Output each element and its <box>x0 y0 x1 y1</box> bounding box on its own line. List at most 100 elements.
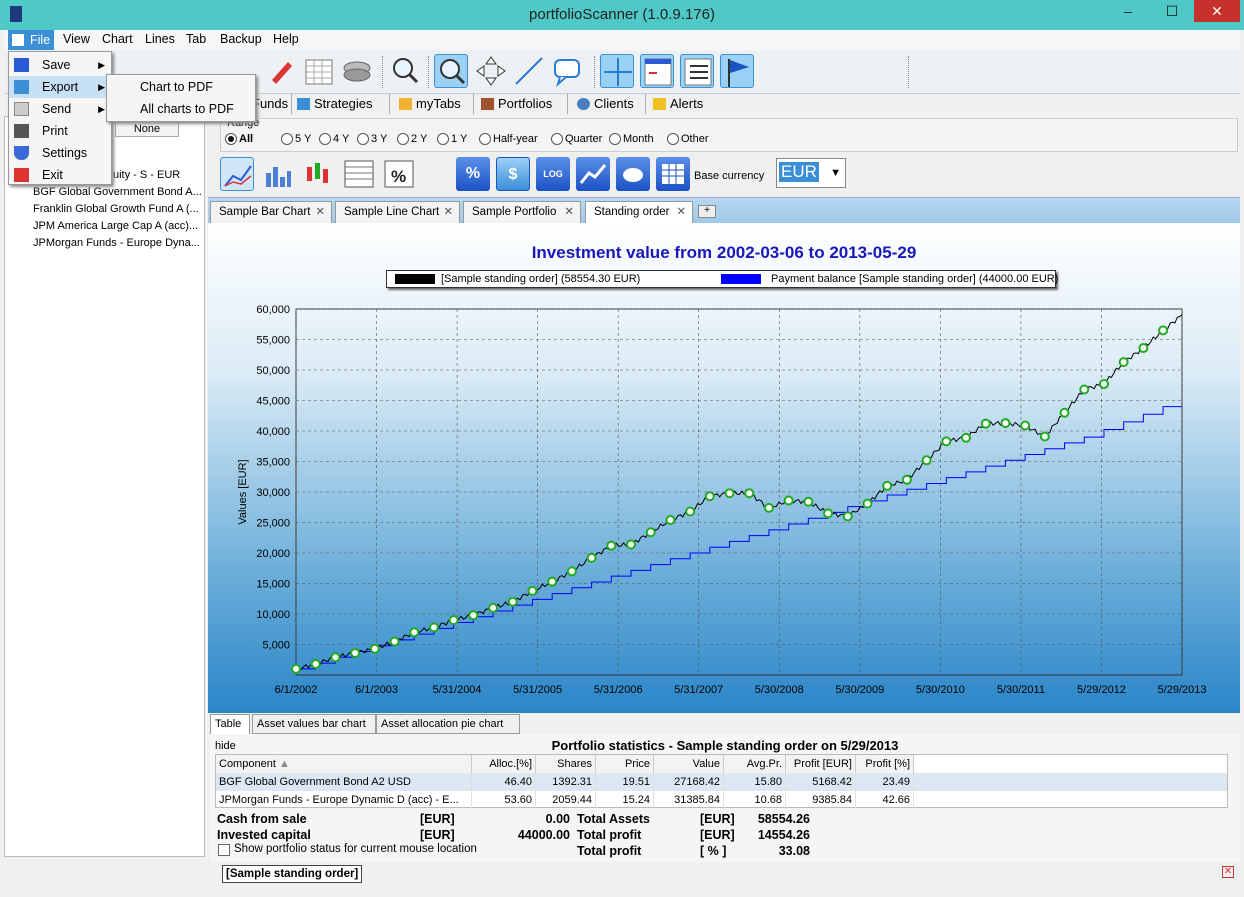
tab-sample-portfolio[interactable]: Sample Portfolio ✕ <box>463 201 581 223</box>
list-item[interactable]: JPMorgan Funds - Europe Dyna... <box>33 237 200 249</box>
percent-table-icon[interactable]: % <box>382 157 416 191</box>
trend-icon[interactable] <box>576 157 610 191</box>
menu-item-all-charts-to-pdf[interactable]: All charts to PDF <box>107 98 255 120</box>
none-button[interactable]: None <box>115 121 179 137</box>
data-point <box>901 474 912 485</box>
col-value[interactable]: Value <box>654 755 724 773</box>
close-tab-icon[interactable]: ✕ <box>676 202 686 222</box>
menu-item-exit[interactable]: Exit <box>9 164 111 186</box>
col-component[interactable]: Component ▲ <box>216 755 472 773</box>
col-profit-eur[interactable]: Profit [EUR] <box>786 755 856 773</box>
list-item[interactable]: uity - S - EUR <box>113 169 180 181</box>
tab-asset-allocation-pie-chart[interactable]: Asset allocation pie chart <box>376 714 520 734</box>
close-tab-icon[interactable]: ✕ <box>315 202 325 222</box>
dollar-icon[interactable]: $ <box>496 157 530 191</box>
menu-backup[interactable]: Backup <box>220 32 262 46</box>
menu-item-print[interactable]: Print <box>9 120 111 142</box>
currency-select[interactable]: EUR ▼ <box>776 158 846 188</box>
range-4y[interactable]: 4 Y <box>319 133 349 145</box>
close-tab-icon[interactable]: ✕ <box>564 202 574 222</box>
range-3y[interactable]: 3 Y <box>357 133 387 145</box>
log-scale-icon[interactable]: LOG <box>536 157 570 191</box>
menu-chart[interactable]: Chart <box>102 32 133 46</box>
col-profit-pct[interactable]: Profit [%] <box>856 755 914 773</box>
calendar-icon[interactable] <box>302 54 336 88</box>
cell: 27168.42 <box>654 773 724 791</box>
tab-standing-order[interactable]: Standing order ✕ <box>585 201 693 223</box>
status-pill[interactable]: [Sample standing order] <box>222 865 363 883</box>
menu-help[interactable]: Help <box>273 32 299 46</box>
calendar-grid-icon[interactable] <box>656 157 690 191</box>
x-tick-label: 5/31/2004 <box>433 684 482 696</box>
menu-item-send[interactable]: Send ▶ <box>9 98 111 120</box>
close-icon[interactable]: ✕ <box>1222 866 1234 878</box>
tab-portfolios[interactable]: Portfolios <box>478 94 568 114</box>
zoom-in-icon[interactable] <box>434 54 468 88</box>
cash-unit: [EUR] <box>420 812 455 826</box>
line-chart[interactable]: 5,000 10,000 15,000 20,000 25,000 30,000 35,00… <box>208 223 1240 713</box>
col-shares[interactable]: Shares <box>536 755 596 773</box>
col-avg-price[interactable]: Avg.Pr. <box>724 755 786 773</box>
tab-sample-bar-chart[interactable]: Sample Bar Chart ✕ <box>210 201 332 223</box>
pencil-icon[interactable] <box>264 54 298 88</box>
percent-icon[interactable]: % <box>456 157 490 191</box>
data-point <box>862 498 873 509</box>
minimize-button[interactable]: – <box>1106 0 1150 22</box>
menu-item-chart-to-pdf[interactable]: Chart to PDF <box>107 76 255 98</box>
range-quarter[interactable]: Quarter <box>551 133 602 145</box>
col-alloc[interactable]: Alloc.[%] <box>472 755 536 773</box>
tab-clients[interactable]: Clients <box>574 94 646 114</box>
tab-mytabs[interactable]: myTabs <box>396 94 474 114</box>
add-tab-icon[interactable]: + <box>698 205 716 218</box>
list-item[interactable]: JPM America Large Cap A (acc)... <box>33 220 198 232</box>
tab-table[interactable]: Table <box>210 714 250 735</box>
candlestick-icon[interactable] <box>300 157 334 191</box>
close-tab-icon[interactable]: ✕ <box>443 202 453 222</box>
x-tick-label: 5/30/2009 <box>835 684 884 696</box>
tab-sample-line-chart[interactable]: Sample Line Chart ✕ <box>335 201 460 223</box>
table-view-icon[interactable] <box>342 157 376 191</box>
x-tick-label: 5/31/2006 <box>594 684 643 696</box>
piggy-bank-icon[interactable] <box>616 157 650 191</box>
crosshair-icon[interactable] <box>600 54 634 88</box>
menu-item-export[interactable]: Export ▶ <box>9 76 111 98</box>
list-item[interactable]: BGF Global Government Bond A... <box>33 186 202 198</box>
move-icon[interactable] <box>474 54 508 88</box>
data-point <box>350 648 361 659</box>
close-button[interactable]: ✕ <box>1194 0 1240 22</box>
profit-pct-label: Total profit <box>577 844 642 858</box>
range-2y[interactable]: 2 Y <box>397 133 427 145</box>
bar-chart-icon[interactable] <box>260 157 294 191</box>
line-chart-icon[interactable] <box>220 157 254 191</box>
range-all[interactable]: All <box>225 133 253 145</box>
magnifier-icon[interactable] <box>388 54 422 88</box>
mouse-status-checkbox[interactable] <box>218 844 230 856</box>
maximize-button[interactable]: ☐ <box>1150 0 1194 22</box>
data-point <box>428 622 439 633</box>
list-item[interactable]: Franklin Global Growth Fund A (... <box>33 203 199 215</box>
menu-view[interactable]: View <box>63 32 90 46</box>
tab-strategies[interactable]: Strategies <box>294 94 390 114</box>
range-other[interactable]: Other <box>667 133 709 145</box>
info-panel-icon[interactable] <box>640 54 674 88</box>
tab-asset-values-bar-chart[interactable]: Asset values bar chart <box>252 714 376 734</box>
flag-icon[interactable] <box>720 54 754 88</box>
comment-icon[interactable] <box>550 54 584 88</box>
range-halfyear[interactable]: Half-year <box>479 133 538 145</box>
menu-tab[interactable]: Tab <box>186 32 206 46</box>
menu-lines[interactable]: Lines <box>145 32 175 46</box>
data-point <box>645 527 656 538</box>
data-point <box>547 576 558 587</box>
menu-item-settings[interactable]: Settings <box>9 142 111 164</box>
range-month[interactable]: Month <box>609 133 654 145</box>
col-price[interactable]: Price <box>596 755 654 773</box>
tab-alerts[interactable]: Alerts <box>650 94 712 114</box>
menu-item-save[interactable]: Save ▶ <box>9 54 111 76</box>
list-icon[interactable] <box>680 54 714 88</box>
tab-funds[interactable]: Funds <box>250 94 292 114</box>
line-tool-icon[interactable] <box>512 54 546 88</box>
range-5y[interactable]: 5 Y <box>281 133 311 145</box>
menu-file[interactable]: File <box>8 30 55 50</box>
coins-icon[interactable] <box>340 54 374 88</box>
range-1y[interactable]: 1 Y <box>437 133 467 145</box>
